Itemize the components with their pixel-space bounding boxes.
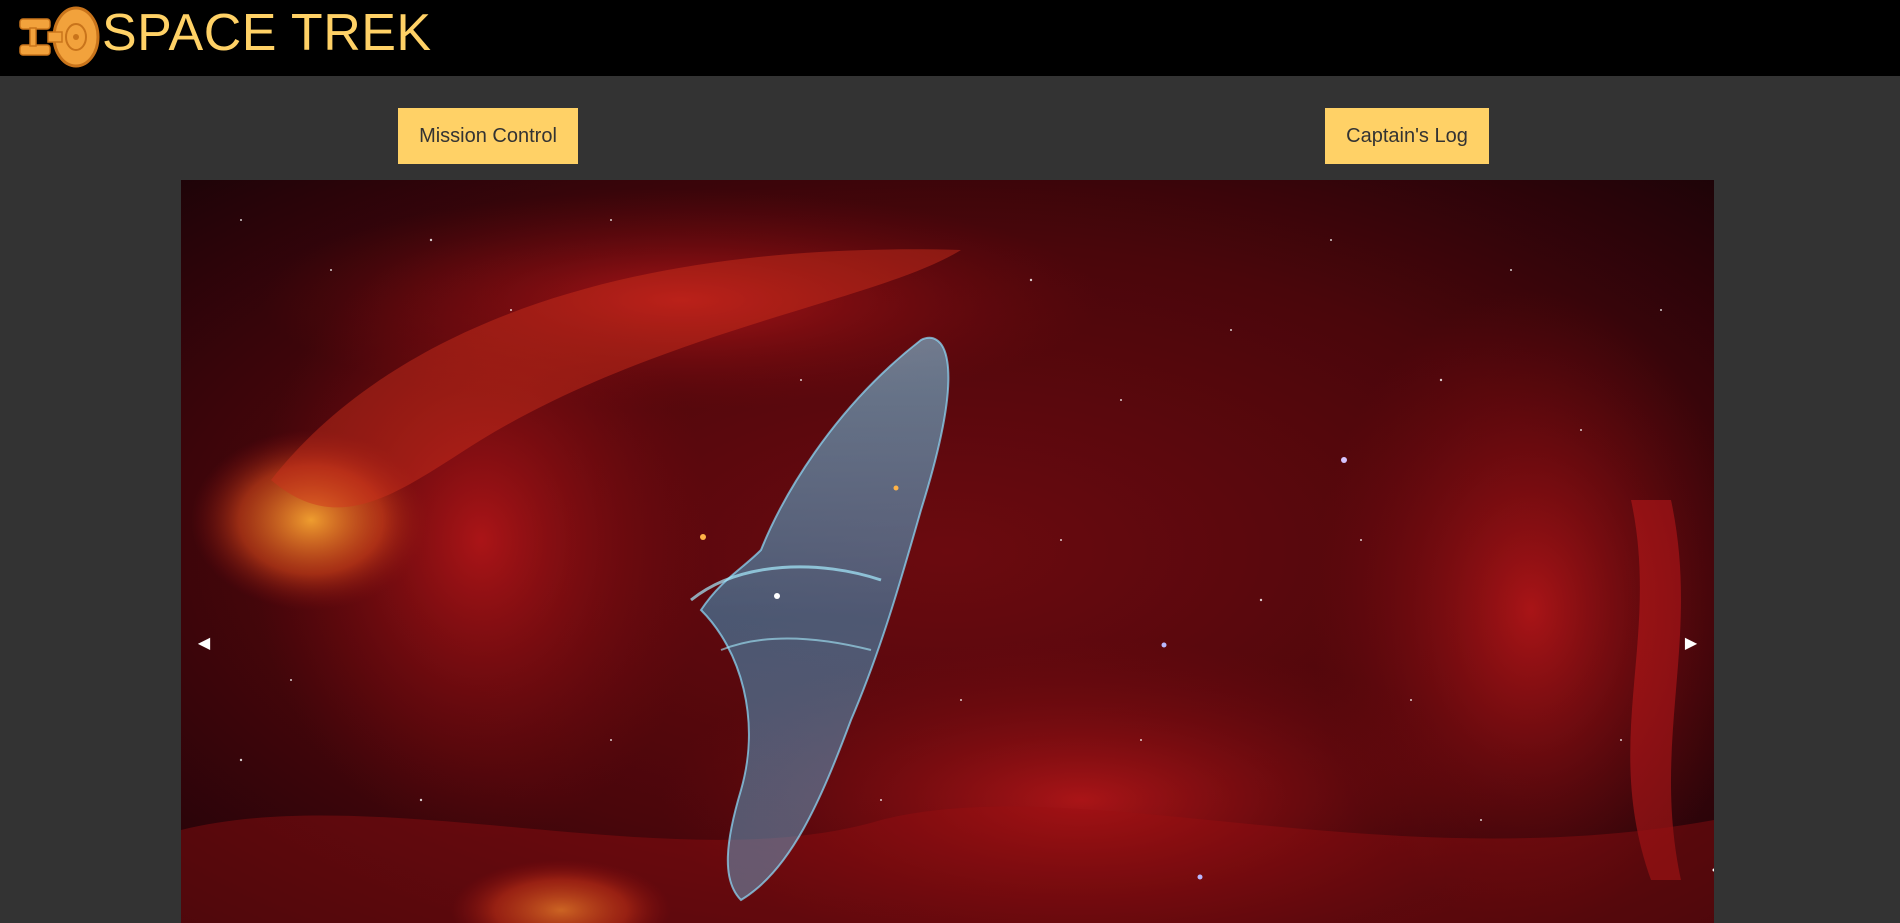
captains-log-button[interactable]: Captain's Log bbox=[1325, 108, 1489, 164]
starship-logo-icon[interactable] bbox=[18, 6, 102, 68]
carousel-prev-icon[interactable]: ◀ bbox=[192, 632, 216, 656]
site-title: SPACE TREK bbox=[102, 4, 432, 62]
carousel-next-icon[interactable]: ▶ bbox=[1679, 632, 1703, 656]
image-carousel bbox=[181, 180, 1714, 923]
nebula-image bbox=[181, 180, 1714, 923]
site-header: SPACE TREK bbox=[0, 0, 1900, 76]
mission-control-button[interactable]: Mission Control bbox=[398, 108, 578, 164]
